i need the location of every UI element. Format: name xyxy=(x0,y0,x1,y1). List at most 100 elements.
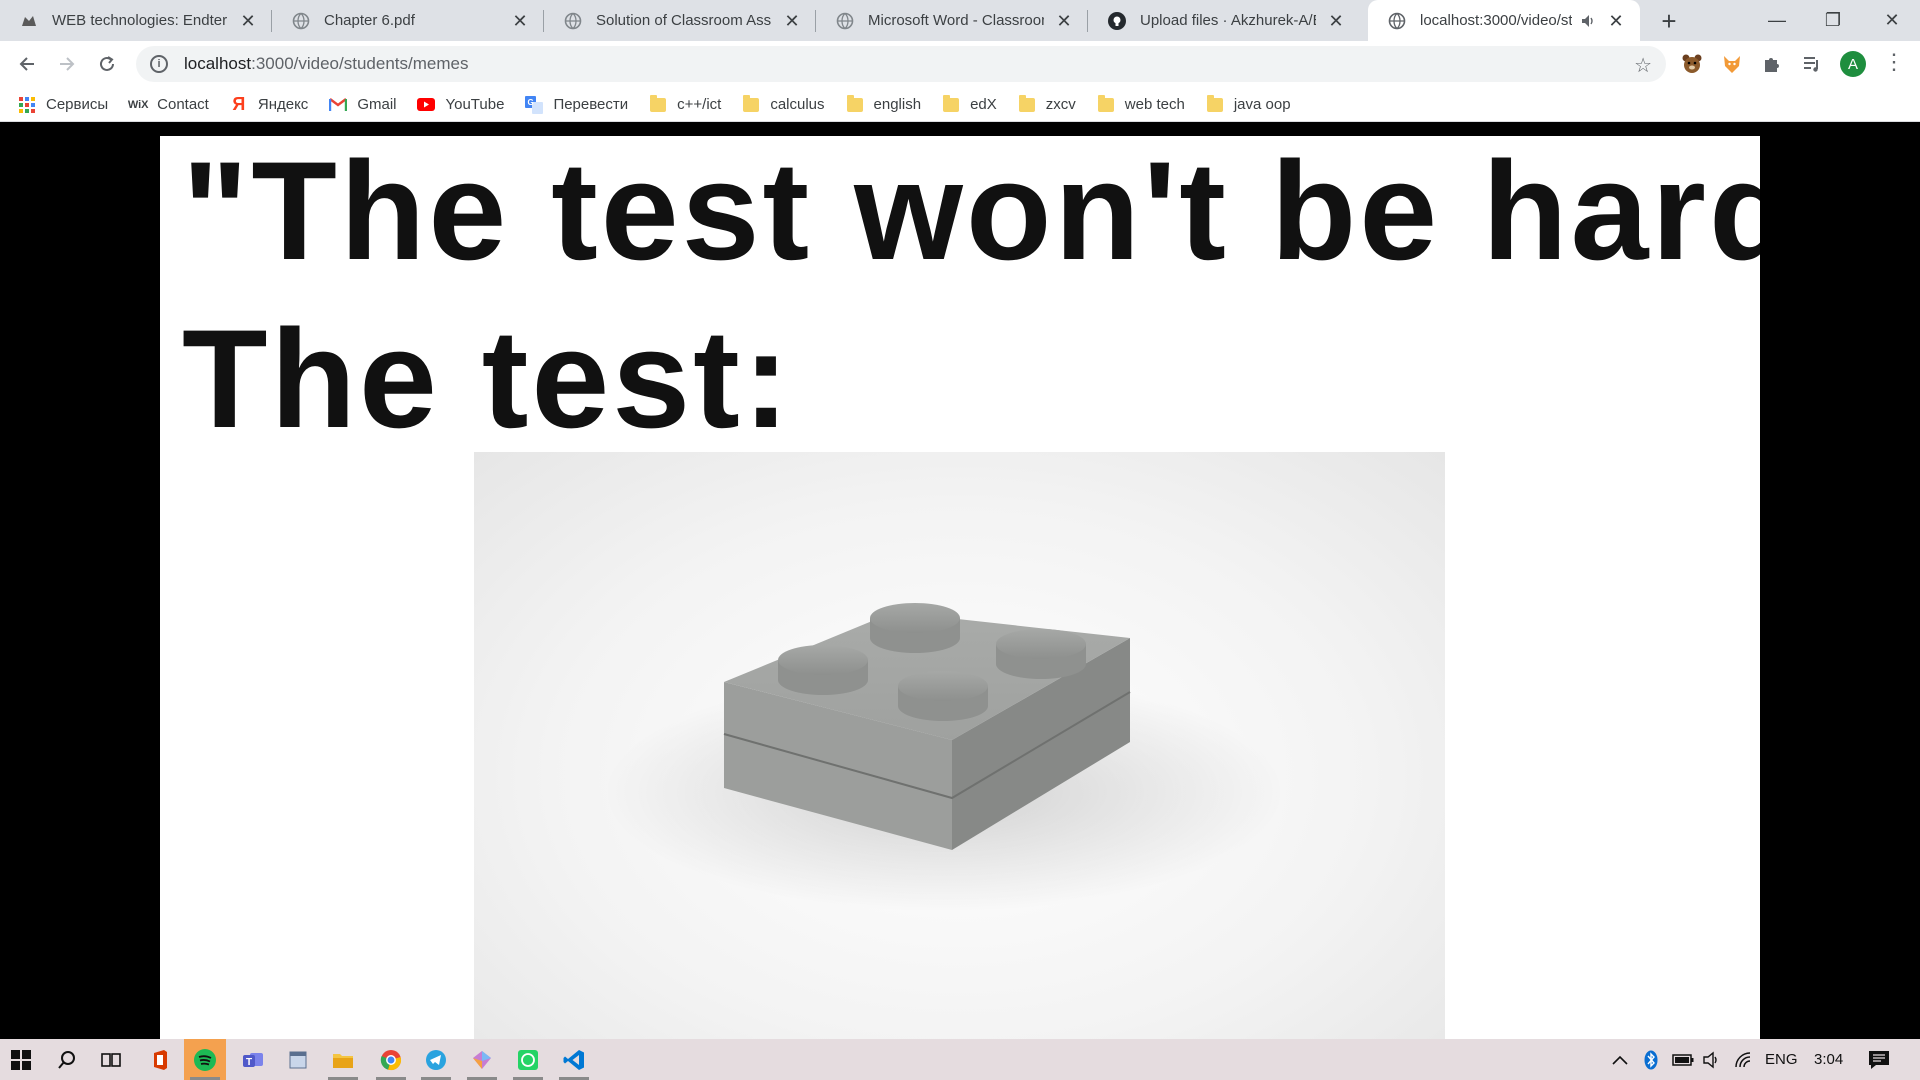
close-icon[interactable]: ✕ xyxy=(1054,11,1074,31)
tab-localhost-memes[interactable]: localhost:3000/video/stu ✕ xyxy=(1368,0,1640,41)
bookmark-folder-calculus[interactable]: calculus xyxy=(742,94,825,114)
close-icon[interactable]: ✕ xyxy=(510,11,530,31)
bookmark-contact[interactable]: WiX Contact xyxy=(128,96,209,114)
file-explorer-icon[interactable] xyxy=(322,1039,364,1080)
notifications-icon[interactable] xyxy=(1868,1039,1890,1080)
bookmark-youtube[interactable]: YouTube xyxy=(417,96,504,114)
meme-caption-bottom: The test: xyxy=(182,300,793,457)
calculator-window-icon[interactable] xyxy=(277,1039,319,1080)
teams-icon[interactable]: T xyxy=(232,1039,274,1080)
bookmark-label: Яндекс xyxy=(257,96,309,113)
folder-icon xyxy=(1206,94,1224,114)
lego-brick-icon xyxy=(604,603,1284,912)
profile-avatar[interactable]: A xyxy=(1840,51,1866,77)
speaker-icon[interactable] xyxy=(1580,13,1596,29)
close-icon[interactable]: ✕ xyxy=(1326,11,1346,31)
chrome-icon[interactable] xyxy=(370,1039,412,1080)
office-icon[interactable] xyxy=(139,1039,181,1080)
tab-title: Upload files · Akzhurek-A/En xyxy=(1140,12,1316,29)
task-view-icon[interactable] xyxy=(90,1039,132,1080)
bookmark-gmail[interactable]: Gmail xyxy=(329,96,396,114)
tab-strip: WEB technologies: Endterm ✕ Chapter 6.pd… xyxy=(0,0,1920,41)
reload-button[interactable] xyxy=(92,49,122,79)
media-control-icon[interactable] xyxy=(1800,52,1824,76)
folder-icon xyxy=(846,94,864,114)
lego-brick-photo xyxy=(474,452,1445,1039)
fox-extension-icon[interactable] xyxy=(1720,52,1744,76)
globe-icon xyxy=(836,12,854,30)
bear-extension-icon[interactable] xyxy=(1680,52,1704,76)
minimize-button[interactable]: — xyxy=(1749,0,1805,41)
moodle-icon xyxy=(20,12,38,30)
tab-chapter-6[interactable]: Chapter 6.pdf ✕ xyxy=(272,0,544,41)
close-icon[interactable]: ✕ xyxy=(782,11,802,31)
telegram-icon[interactable] xyxy=(415,1039,457,1080)
close-icon[interactable]: ✕ xyxy=(238,11,258,31)
close-icon[interactable]: ✕ xyxy=(1606,11,1626,31)
url-text: localhost:3000/video/students/memes xyxy=(184,54,469,73)
back-button[interactable] xyxy=(12,49,42,79)
tab-title: Solution of Classroom Assign xyxy=(596,12,772,29)
battery-icon[interactable] xyxy=(1672,1039,1694,1080)
bookmark-folder-web-tech[interactable]: web tech xyxy=(1097,94,1185,114)
restore-button[interactable]: ❐ xyxy=(1805,0,1861,41)
info-icon[interactable]: i xyxy=(150,55,168,73)
gmail-icon xyxy=(329,96,348,114)
bookmark-translate[interactable]: G Перевести xyxy=(525,95,628,114)
paint-3d-icon[interactable] xyxy=(461,1039,503,1080)
tab-title: Microsoft Word - Classroom xyxy=(868,12,1044,29)
folder-icon xyxy=(1018,94,1036,114)
puzzle-extensions-icon[interactable] xyxy=(1760,52,1784,76)
svg-text:G: G xyxy=(528,98,534,107)
bluetooth-icon[interactable] xyxy=(1644,1039,1658,1080)
bookmark-folder-edx[interactable]: edX xyxy=(942,94,997,114)
svg-text:T: T xyxy=(246,1057,252,1068)
bookmark-label: java oop xyxy=(1233,96,1291,113)
tab-title: localhost:3000/video/stu xyxy=(1420,12,1572,29)
address-bar[interactable]: i localhost:3000/video/students/memes ☆ xyxy=(136,46,1666,82)
clock[interactable]: 3:04 xyxy=(1814,1039,1843,1080)
menu-dots-icon[interactable]: ⋮ xyxy=(1883,49,1905,75)
bookmark-label: english xyxy=(873,96,922,113)
windows-start-icon[interactable] xyxy=(0,1039,42,1080)
tab-upload-files[interactable]: Upload files · Akzhurek-A/En ✕ xyxy=(1088,0,1360,41)
bookmark-folder-cpp-ict[interactable]: c++/ict xyxy=(649,94,721,114)
youtube-icon xyxy=(417,96,436,114)
globe-icon xyxy=(564,12,582,30)
folder-icon xyxy=(742,94,760,114)
reload-icon xyxy=(100,56,114,71)
bookmark-folder-zxcv[interactable]: zxcv xyxy=(1018,94,1076,114)
bookmark-label: Gmail xyxy=(357,96,397,113)
tab-microsoft-word[interactable]: Microsoft Word - Classroom ✕ xyxy=(816,0,1088,41)
close-window-button[interactable]: ✕ xyxy=(1864,0,1920,41)
volume-icon[interactable] xyxy=(1702,1039,1722,1080)
apps-grid-icon xyxy=(18,96,36,114)
tab-title: WEB technologies: Endterm xyxy=(52,12,228,29)
tray-overflow-chevron-icon[interactable] xyxy=(1612,1039,1628,1080)
star-icon[interactable]: ☆ xyxy=(1634,53,1652,78)
bookmark-yandex[interactable]: Я Яндекс xyxy=(230,94,309,114)
bookmark-label: Сервисы xyxy=(46,96,109,113)
bookmark-label: YouTube xyxy=(445,96,505,113)
search-icon[interactable] xyxy=(46,1039,88,1080)
bookmark-services[interactable]: Сервисы xyxy=(18,96,108,114)
vscode-icon[interactable] xyxy=(553,1039,595,1080)
bookmark-folder-java-oop[interactable]: java oop xyxy=(1206,94,1291,114)
meme-image: "The test won't be hard" The test: xyxy=(160,136,1760,1039)
forward-button[interactable] xyxy=(52,49,82,79)
folder-icon xyxy=(942,94,960,114)
whatsapp-icon[interactable] xyxy=(507,1039,549,1080)
new-tab-button[interactable]: + xyxy=(1655,7,1683,35)
bookmark-label: edX xyxy=(970,96,997,113)
bookmark-label: web tech xyxy=(1124,96,1185,113)
tab-solution-classroom[interactable]: Solution of Classroom Assign ✕ xyxy=(544,0,816,41)
spotify-icon[interactable] xyxy=(184,1039,226,1080)
globe-icon xyxy=(292,12,310,30)
wifi-icon[interactable] xyxy=(1734,1039,1754,1080)
github-icon xyxy=(1108,11,1126,30)
translate-icon: G xyxy=(525,95,544,114)
bookmark-folder-english[interactable]: english xyxy=(846,94,922,114)
yandex-icon: Я xyxy=(232,94,246,114)
tab-web-technologies[interactable]: WEB technologies: Endterm ✕ xyxy=(0,0,272,41)
language-indicator[interactable]: ENG xyxy=(1765,1039,1798,1080)
